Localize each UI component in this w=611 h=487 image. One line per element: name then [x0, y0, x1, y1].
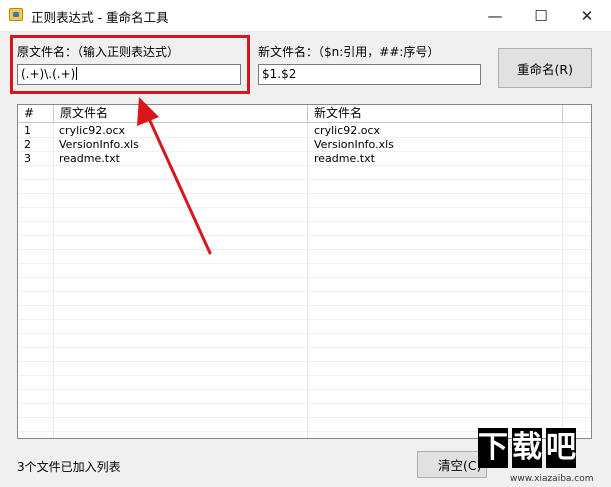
grid-line: [18, 249, 591, 250]
column-header-number[interactable]: #: [18, 105, 54, 123]
app-icon: [9, 8, 23, 21]
rename-button[interactable]: 重命名(R): [498, 48, 592, 88]
file-list[interactable]: # 原文件名 新文件名 1 crylic92.ocx crylic92.ocx …: [17, 104, 592, 439]
column-header-old-name[interactable]: 原文件名: [54, 105, 308, 123]
grid-line: [18, 305, 591, 306]
maximize-button[interactable]: ☐: [518, 0, 564, 31]
grid-line: [18, 291, 591, 292]
status-text: 3个文件已加入列表: [17, 460, 121, 474]
row-new-name: VersionInfo.xls: [314, 138, 394, 151]
minimize-button[interactable]: —: [472, 0, 518, 31]
grid-line: [18, 375, 591, 376]
grid-line: [18, 319, 591, 320]
target-pattern-input[interactable]: $1.$2: [258, 64, 481, 85]
table-row[interactable]: 1 crylic92.ocx crylic92.ocx: [18, 124, 591, 138]
close-button[interactable]: ✕: [564, 0, 610, 31]
target-pattern-label: 新文件名：（$n:引用，##:序号）: [258, 45, 440, 59]
row-number: 1: [24, 124, 31, 137]
title-bar: 正则表达式 - 重命名工具 — ☐ ✕: [0, 0, 611, 32]
row-new-name: readme.txt: [314, 152, 375, 165]
table-row[interactable]: 2 VersionInfo.xls VersionInfo.xls: [18, 138, 591, 152]
watermark-char: 吧: [546, 428, 576, 468]
row-old-name: readme.txt: [59, 152, 120, 165]
grid-line: [18, 417, 591, 418]
grid-line: [18, 389, 591, 390]
column-header-new-name[interactable]: 新文件名: [308, 105, 563, 123]
grid-line: [18, 207, 591, 208]
highlight-box: [10, 35, 250, 94]
grid-line: [307, 123, 308, 438]
maximize-icon: ☐: [534, 6, 548, 25]
grid-line: [18, 179, 591, 180]
row-old-name: VersionInfo.xls: [59, 138, 139, 151]
grid-line: [18, 193, 591, 194]
target-pattern-value: $1.$2: [262, 67, 297, 81]
watermark-logo: 下 载 吧 www.xiazaiba.com: [470, 428, 611, 487]
list-header: # 原文件名 新文件名: [18, 105, 591, 123]
row-number: 3: [24, 152, 31, 165]
grid-line: [18, 361, 591, 362]
window-title: 正则表达式 - 重命名工具: [31, 10, 169, 25]
grid-line: [18, 263, 591, 264]
watermark-char: 下: [478, 428, 508, 468]
watermark-char: 载: [512, 428, 542, 468]
watermark-url: www.xiazaiba.com: [510, 474, 594, 484]
grid-line: [18, 333, 591, 334]
close-icon: ✕: [580, 6, 594, 25]
table-row[interactable]: 3 readme.txt readme.txt: [18, 152, 591, 166]
minimize-icon: —: [487, 6, 503, 25]
grid-line: [18, 277, 591, 278]
row-old-name: crylic92.ocx: [59, 124, 126, 137]
grid-line: [18, 221, 591, 222]
column-header-filler: [563, 105, 591, 123]
grid-line: [53, 123, 54, 438]
grid-line: [18, 347, 591, 348]
grid-line: [18, 403, 591, 404]
grid-line: [18, 235, 591, 236]
row-number: 2: [24, 138, 31, 151]
grid-line: [562, 123, 563, 438]
row-new-name: crylic92.ocx: [314, 124, 381, 137]
